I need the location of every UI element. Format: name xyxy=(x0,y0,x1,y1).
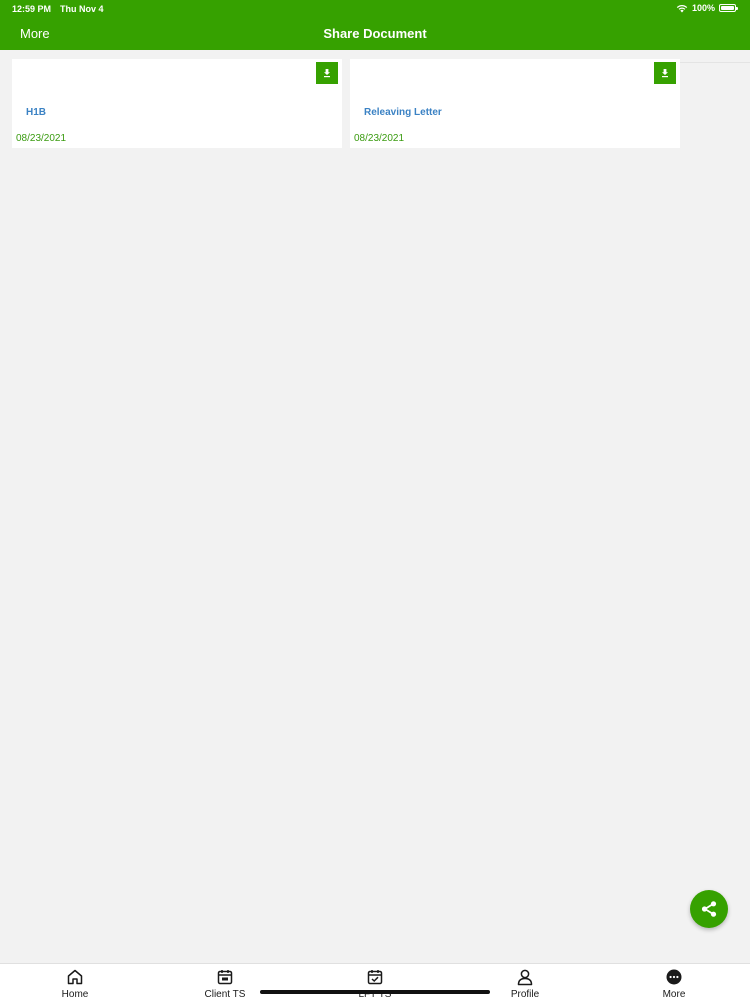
tab-bar: Home Client TS LFT TS Profile More xyxy=(0,963,750,1000)
home-icon xyxy=(67,969,83,985)
status-time: 12:59 PM xyxy=(12,4,52,14)
document-name: Releaving Letter xyxy=(364,107,442,118)
tab-client-ts[interactable]: Client TS xyxy=(185,968,265,1000)
top-bar: 12:59 PM Thu Nov 4 100% More Share Docum… xyxy=(0,0,750,50)
user-icon xyxy=(517,969,533,986)
header: More Share Document xyxy=(0,18,750,50)
page-title: Share Document xyxy=(323,26,427,41)
document-date: 08/23/2021 xyxy=(16,133,67,144)
tab-more[interactable]: More xyxy=(634,968,714,1000)
battery-percent: 100% xyxy=(691,3,715,13)
document-card[interactable]: H1B 08/23/2021 xyxy=(12,59,342,148)
wifi-icon xyxy=(676,4,688,13)
status-bar: 12:59 PM Thu Nov 4 100% xyxy=(0,0,750,18)
divider xyxy=(680,62,750,63)
tab-home[interactable]: Home xyxy=(35,968,115,1000)
download-icon xyxy=(324,69,330,78)
document-date: 08/23/2021 xyxy=(354,133,405,144)
share-fab-button[interactable] xyxy=(690,890,728,928)
tab-label: Client TS xyxy=(204,989,246,1000)
download-button[interactable] xyxy=(316,62,338,84)
calendar-icon xyxy=(217,970,233,985)
document-name: H1B xyxy=(26,107,47,118)
status-date: Thu Nov 4 xyxy=(60,4,104,14)
status-right: 100% xyxy=(676,3,738,13)
tab-profile[interactable]: Profile xyxy=(485,968,565,1000)
share-icon xyxy=(701,901,717,917)
home-indicator xyxy=(260,990,490,994)
more-icon xyxy=(666,969,682,985)
tab-label: More xyxy=(662,989,686,1000)
tab-lft-ts[interactable]: LFT TS xyxy=(335,968,415,1000)
calendar-check-icon xyxy=(367,970,383,985)
tab-label: Home xyxy=(61,989,89,1000)
document-card[interactable]: Releaving Letter 08/23/2021 xyxy=(350,59,680,148)
tab-label: Profile xyxy=(510,989,540,1000)
screen: 12:59 PM Thu Nov 4 100% More Share Docum… xyxy=(0,0,750,1000)
download-button[interactable] xyxy=(654,62,676,84)
download-icon xyxy=(662,69,668,78)
battery-icon xyxy=(719,4,738,12)
